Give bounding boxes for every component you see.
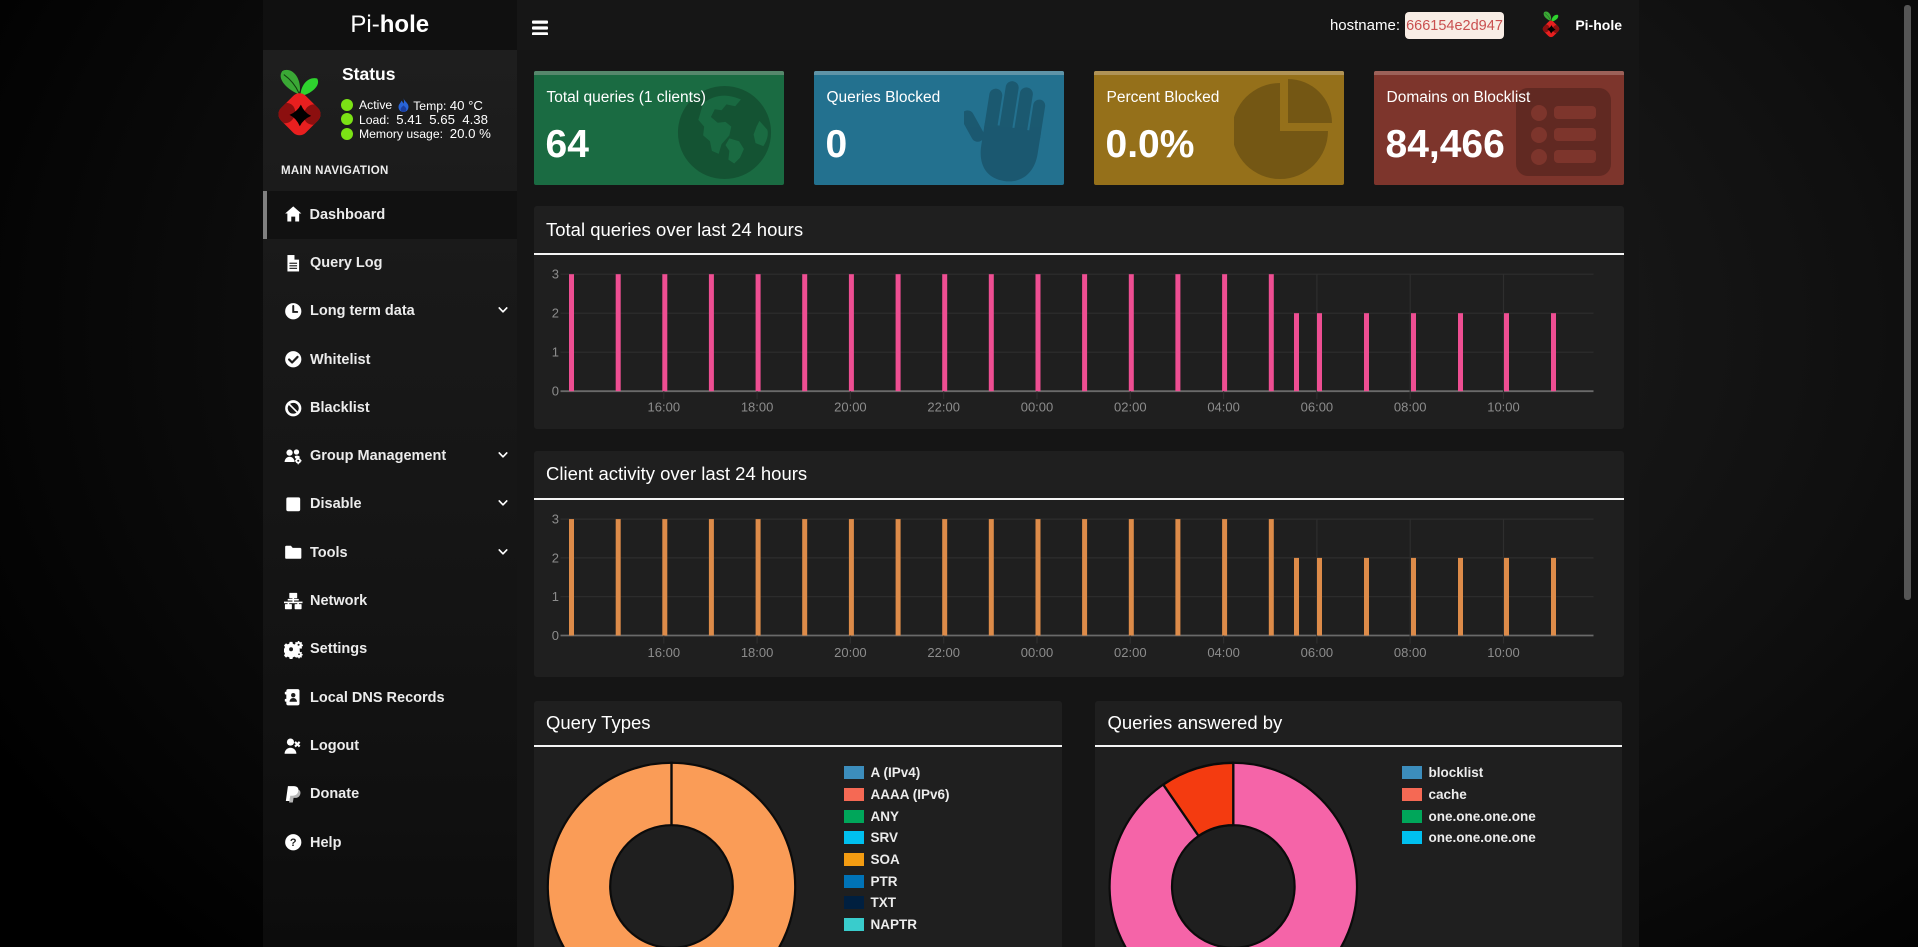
svg-text:00:00: 00:00 bbox=[1020, 644, 1053, 659]
svg-text:00:00: 00:00 bbox=[1020, 399, 1053, 414]
svg-text:3: 3 bbox=[551, 511, 558, 526]
svg-text:20:00: 20:00 bbox=[834, 644, 867, 659]
svg-text:0: 0 bbox=[551, 384, 558, 399]
svg-text:1: 1 bbox=[551, 345, 558, 360]
svg-text:0: 0 bbox=[551, 628, 558, 643]
svg-text:08:00: 08:00 bbox=[1393, 399, 1426, 414]
svg-text:02:00: 02:00 bbox=[1114, 644, 1147, 659]
svg-text:04:00: 04:00 bbox=[1207, 399, 1240, 414]
svg-text:3: 3 bbox=[551, 267, 558, 282]
svg-text:?: ? bbox=[290, 837, 297, 849]
svg-text:2: 2 bbox=[551, 306, 558, 321]
svg-text:2: 2 bbox=[551, 550, 558, 565]
svg-text:02:00: 02:00 bbox=[1114, 399, 1147, 414]
svg-text:06:00: 06:00 bbox=[1300, 644, 1333, 659]
svg-text:06:00: 06:00 bbox=[1300, 399, 1333, 414]
svg-text:22:00: 22:00 bbox=[927, 644, 960, 659]
svg-text:18:00: 18:00 bbox=[740, 644, 773, 659]
svg-text:1: 1 bbox=[551, 589, 558, 604]
svg-text:16:00: 16:00 bbox=[647, 644, 680, 659]
svg-text:20:00: 20:00 bbox=[834, 399, 867, 414]
svg-text:10:00: 10:00 bbox=[1487, 644, 1520, 659]
svg-text:04:00: 04:00 bbox=[1207, 644, 1240, 659]
svg-text:16:00: 16:00 bbox=[647, 399, 680, 414]
svg-text:18:00: 18:00 bbox=[740, 399, 773, 414]
svg-text:08:00: 08:00 bbox=[1393, 644, 1426, 659]
svg-text:22:00: 22:00 bbox=[927, 399, 960, 414]
svg-text:10:00: 10:00 bbox=[1487, 399, 1520, 414]
